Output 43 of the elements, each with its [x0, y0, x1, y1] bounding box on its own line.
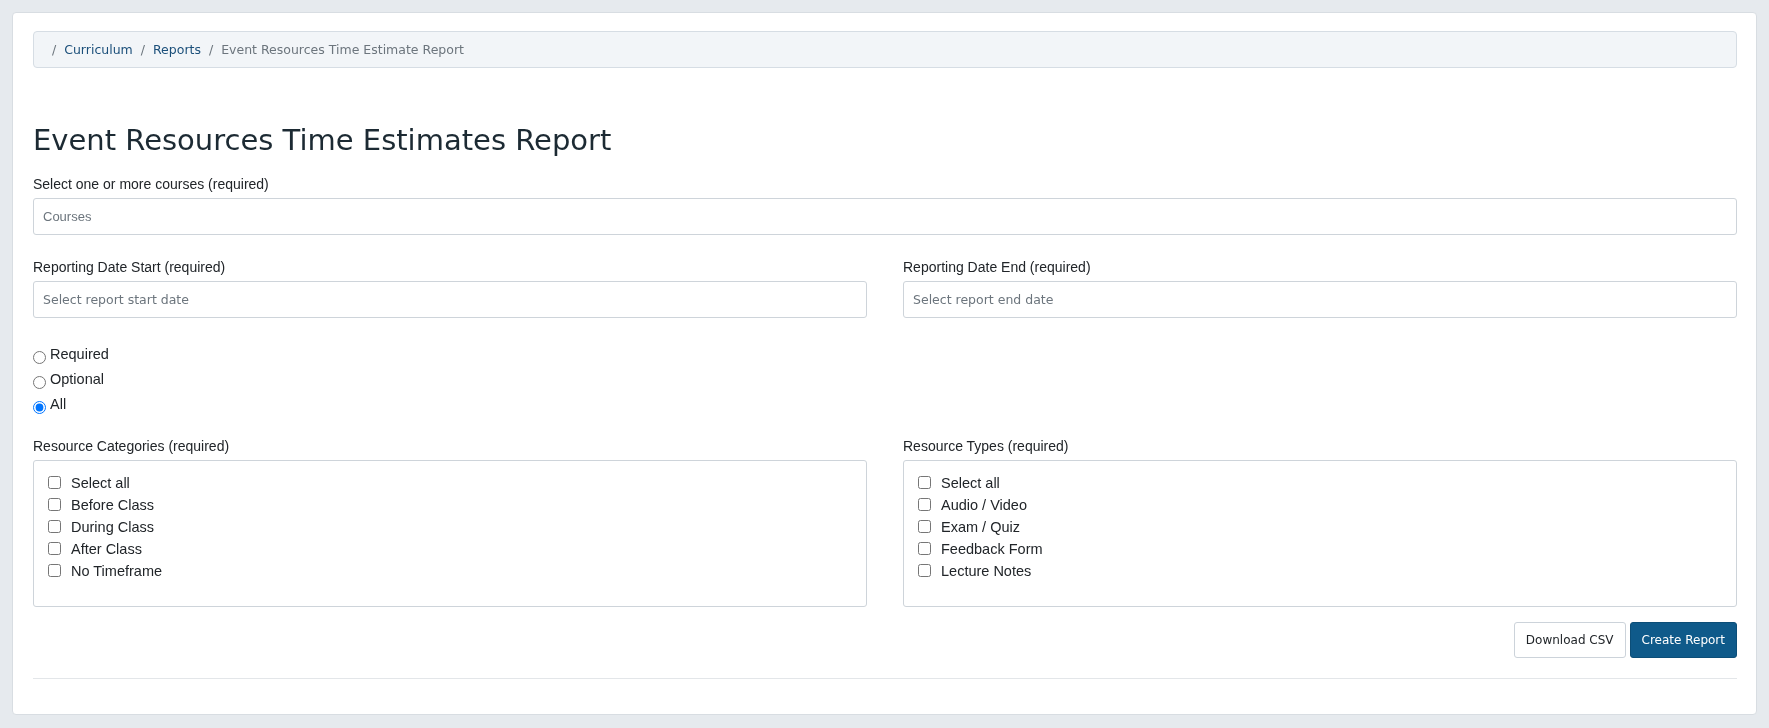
radio-label: Required: [50, 344, 109, 364]
checkbox[interactable]: [48, 564, 61, 578]
field-label: Select one or more courses (required): [33, 175, 270, 192]
checkbox[interactable]: [48, 498, 61, 512]
breadcrumb-link[interactable]: Reports: [153, 42, 201, 57]
checkbox[interactable]: [48, 542, 61, 556]
checkbox[interactable]: [48, 476, 61, 490]
checkbox[interactable]: [48, 520, 61, 534]
field-label: Resource Categories (required): [33, 437, 231, 454]
checkbox-label: Exam / Quiz: [941, 518, 1020, 535]
radio-button[interactable]: [33, 400, 46, 414]
field-label: Reporting Date End (required): [903, 258, 1092, 275]
create-report-button[interactable]: Create Report: [1629, 621, 1737, 658]
checkbox[interactable]: [918, 476, 931, 490]
breadcrumb-link[interactable]: Curriculum: [64, 42, 133, 57]
checkbox-label: No Timeframe: [71, 562, 163, 579]
checkbox-label: After Class: [71, 540, 142, 557]
checkbox[interactable]: [918, 542, 931, 556]
breadcrumb-separator: /: [52, 42, 57, 57]
checkbox-label: Feedback Form: [941, 540, 1043, 557]
checkbox-label: Select all: [941, 474, 1000, 491]
date-field[interactable]: Select report end date: [903, 280, 1737, 318]
breadcrumb-separator: /: [208, 42, 214, 57]
checkbox-label: Lecture Notes: [941, 562, 1032, 579]
field-label: Reporting Date Start (required): [33, 258, 227, 275]
checkbox-label: Select all: [71, 474, 130, 491]
field-label: Resource Types (required): [903, 437, 1070, 454]
checkbox[interactable]: [918, 564, 931, 578]
radio-label: Optional: [50, 369, 104, 389]
checkbox-label: Before Class: [71, 496, 154, 513]
checkbox[interactable]: [918, 498, 931, 512]
breadcrumb-separator: /: [140, 42, 145, 57]
page-title: Event Resources Time Estimates Report: [33, 123, 613, 158]
radio-button[interactable]: [33, 375, 46, 389]
download-csv-button[interactable]: Download CSV: [1513, 621, 1626, 658]
checkbox[interactable]: [918, 520, 931, 534]
radio-label: All: [50, 394, 67, 414]
checkbox-label: During Class: [71, 518, 154, 535]
radio-button[interactable]: [33, 350, 46, 364]
courses-field[interactable]: Courses: [33, 197, 1737, 235]
breadcrumb-current: Event Resources Time Estimate Report: [221, 42, 464, 57]
date-field[interactable]: Select report start date: [33, 280, 867, 318]
checkbox-label: Audio / Video: [941, 496, 1027, 513]
